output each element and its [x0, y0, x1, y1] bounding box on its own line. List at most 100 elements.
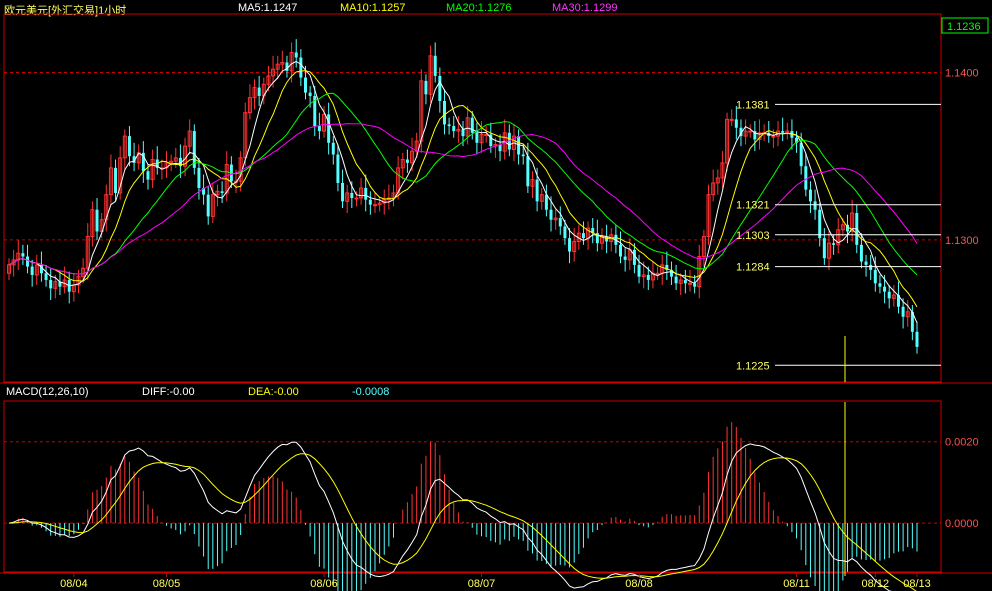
candle-body-down	[568, 238, 572, 252]
candle-body-down	[308, 92, 312, 96]
candle-body-down	[563, 226, 567, 239]
candle-body-down	[438, 75, 442, 101]
candle-body-down	[734, 119, 738, 128]
candle-body-down	[294, 52, 298, 58]
candle-body-up	[688, 282, 692, 285]
date-axis-label: 08/06	[310, 578, 338, 590]
date-axis-label: 08/12	[862, 578, 890, 590]
candle-body-down	[558, 218, 562, 227]
candle-body-down	[869, 264, 873, 270]
candle-body-down	[813, 201, 817, 210]
candle-body-down	[192, 131, 196, 168]
candle-body-down	[206, 194, 210, 217]
candle-body-down	[526, 156, 530, 187]
candle-body-down	[535, 179, 539, 202]
candle-body-down	[299, 57, 303, 78]
candle-body-down	[619, 244, 623, 257]
candle-body-down	[581, 233, 585, 239]
candle-body-down	[470, 117, 474, 133]
candle-body-down	[336, 154, 340, 183]
price-level-label: 1.1284	[736, 262, 770, 274]
candle-body-up	[484, 133, 489, 136]
candle-body-down	[781, 131, 785, 133]
candle-body-down	[364, 187, 368, 200]
candle-body-down	[44, 273, 48, 280]
ma20-line	[8, 92, 918, 276]
candle-body-up	[655, 272, 660, 275]
date-axis-label: 08/08	[625, 578, 653, 590]
candle-body-down	[424, 80, 428, 95]
candle-body-down	[331, 142, 335, 155]
candle-body-up	[354, 197, 359, 200]
candle-body-up	[748, 130, 753, 133]
price-level-label: 1.1303	[736, 230, 770, 242]
candle-body-down	[549, 209, 553, 220]
price-panel-frame	[3, 13, 942, 383]
candle-body-down	[433, 55, 437, 76]
diff-line	[8, 441, 893, 591]
candle-body-down	[447, 124, 451, 127]
candle-body-down	[303, 77, 307, 93]
candle-body-down	[887, 291, 891, 299]
candle-body-down	[146, 171, 150, 180]
date-axis-label: 08/04	[60, 578, 88, 590]
candle-body-down	[368, 199, 372, 205]
candle-body-down	[859, 244, 863, 262]
candle-body-down	[804, 166, 808, 190]
candle-body-down	[901, 306, 905, 317]
candle-body-down	[30, 266, 34, 275]
macd-panel-frame	[3, 400, 942, 573]
candle-body-up	[729, 118, 734, 121]
candle-body-down	[683, 279, 687, 284]
candle-body-down	[95, 209, 99, 232]
candle-body-down	[405, 159, 409, 163]
candle-body-down	[646, 274, 650, 280]
candle-body-down	[220, 191, 224, 193]
price-level-label: 1.1321	[736, 200, 770, 212]
candle-body-down	[452, 126, 456, 132]
candle-body-down	[883, 286, 887, 292]
date-axis-label: 08/11	[783, 578, 810, 590]
price-level-label: 1.1225	[736, 360, 770, 372]
candle-body-down	[832, 243, 836, 245]
last-price-label: 1.1236	[947, 21, 981, 33]
candle-body-down	[521, 154, 525, 157]
candle-body-down	[442, 100, 446, 125]
candle-body-down	[822, 238, 826, 259]
macd-tick-label: 0.0000	[945, 518, 979, 530]
candle-body-down	[623, 256, 627, 260]
candle-body-down	[461, 129, 465, 137]
candle-body-down	[317, 126, 321, 132]
candle-body-up	[372, 204, 377, 207]
candle-body-down	[799, 142, 803, 167]
forex-chart-window: 欧元美元[外汇交易]1小时 MA5:1.1247 MA10:1.1257 MA2…	[0, 0, 992, 591]
candle-body-down	[818, 209, 822, 239]
ma5-line	[8, 60, 918, 324]
candle-body-down	[49, 279, 53, 289]
candle-body-down	[544, 194, 548, 210]
candle-body-down	[21, 253, 25, 257]
candle-body-down	[341, 182, 345, 202]
macd-tick-label: 0.0020	[945, 437, 979, 449]
candle-body-down	[637, 264, 641, 277]
chart-canvas: 1.1400 1.1300 0.0020 0.0000 1.1381 1.1321 1.13…	[0, 13, 992, 591]
candle-body-down	[257, 87, 261, 96]
candle-body-down	[808, 189, 812, 202]
price-level-label: 1.1381	[736, 99, 770, 111]
ma30-line	[8, 123, 918, 275]
price-tick-label: 1.1300	[945, 235, 979, 247]
candle-body-down	[873, 269, 877, 284]
candle-body-down	[350, 192, 354, 198]
candle-body-down	[864, 261, 868, 265]
date-axis-label: 08/13	[903, 578, 931, 590]
candle-body-down	[915, 331, 919, 347]
candle-body-down	[674, 276, 678, 284]
candle-body-down	[475, 132, 479, 143]
date-axis-label: 08/05	[153, 578, 181, 590]
candle-body-down	[878, 283, 882, 287]
candle-body-down	[114, 167, 118, 193]
date-axis-label: 08/07	[468, 578, 496, 590]
candle-body-down	[197, 167, 201, 188]
price-tick-label: 1.1400	[945, 68, 979, 80]
ma10-line	[8, 70, 918, 308]
